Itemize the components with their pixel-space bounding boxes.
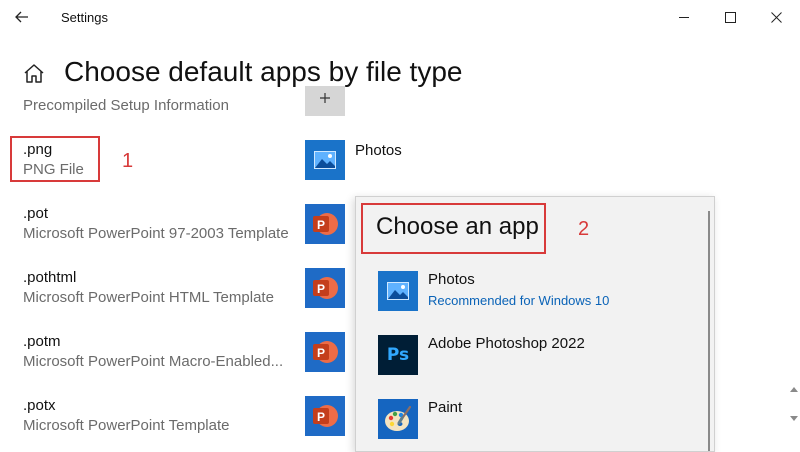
default-app-button[interactable]: P [305,268,345,308]
maximize-button[interactable] [710,4,750,30]
photos-icon [314,151,336,169]
plus-icon [320,93,330,103]
file-extension: .potx [23,397,56,414]
powerpoint-icon: P [313,405,338,427]
app-option-photoshop[interactable]: Ps Adobe Photoshop 2022 [378,335,698,391]
close-icon [770,11,782,23]
file-extension: .pothtml [23,269,77,286]
app-option-name: Adobe Photoshop 2022 [428,335,585,352]
list-item: .pothtml Microsoft PowerPoint HTML Templ… [0,264,355,314]
app-option-paint[interactable]: Paint [378,399,698,452]
page-scrollbar[interactable] [790,386,798,426]
file-extension: .pot [23,205,49,222]
annotation-marker-1: 1 [122,150,134,172]
annotation-marker-2: 2 [578,218,590,240]
file-type-description: Precompiled Setup Information [23,97,229,114]
default-app-button[interactable]: P [305,332,345,372]
powerpoint-icon: P [313,341,338,363]
file-type-description: Microsoft PowerPoint Template [23,417,230,434]
svg-text:P: P [317,410,325,424]
app-option-name: Photos [428,271,475,288]
default-app-button[interactable]: P [305,204,345,244]
list-item: .pot Microsoft PowerPoint 97-2003 Templa… [0,200,355,250]
photos-icon [387,282,409,300]
app-option-photos[interactable]: Photos Recommended for Windows 10 [378,271,698,327]
scroll-down-arrow-icon [790,416,798,421]
default-app-button[interactable]: P [305,396,345,436]
app-option-recommendation: Recommended for Windows 10 [428,293,610,308]
app-option-icon-tile [378,399,418,439]
file-type-description: Microsoft PowerPoint Macro-Enabled... [23,353,284,370]
file-type-list: Precompiled Setup Information .png PNG F… [0,86,402,452]
powerpoint-icon: P [313,213,338,235]
paint-icon [385,405,412,431]
close-button[interactable] [756,4,796,30]
default-app-name[interactable]: Photos [355,142,402,159]
svg-text:P: P [317,282,325,296]
app-option-name: Paint [428,399,463,416]
file-type-description: Microsoft PowerPoint HTML Template [23,289,274,306]
list-item: .potx Microsoft PowerPoint Template P [0,392,355,442]
svg-text:P: P [317,346,325,360]
minimize-icon [678,16,689,18]
minimize-button[interactable] [664,4,704,30]
highlight-box-1 [10,136,100,182]
flyout-scrollbar[interactable] [708,211,710,451]
back-button[interactable] [8,4,36,30]
app-option-icon-tile [378,271,418,311]
home-button[interactable] [22,62,46,86]
list-item: .potm Microsoft PowerPoint Macro-Enabled… [0,328,355,378]
scroll-up-arrow-icon [790,387,798,392]
title-bar: Settings [0,0,800,36]
list-item: Precompiled Setup Information [0,86,355,122]
choose-default-button[interactable] [305,86,345,116]
svg-text:P: P [317,218,325,232]
page-title: Choose default apps by file type [64,56,463,87]
powerpoint-icon: P [313,277,338,299]
home-icon [24,64,44,83]
window-title: Settings [61,10,108,25]
file-extension: .potm [23,333,61,350]
photoshop-icon: Ps [378,335,418,375]
file-type-description: Microsoft PowerPoint 97-2003 Template [23,225,289,242]
back-arrow-icon [15,11,28,23]
highlight-box-2 [361,203,546,254]
maximize-icon [724,11,736,23]
default-app-button[interactable] [305,140,345,180]
